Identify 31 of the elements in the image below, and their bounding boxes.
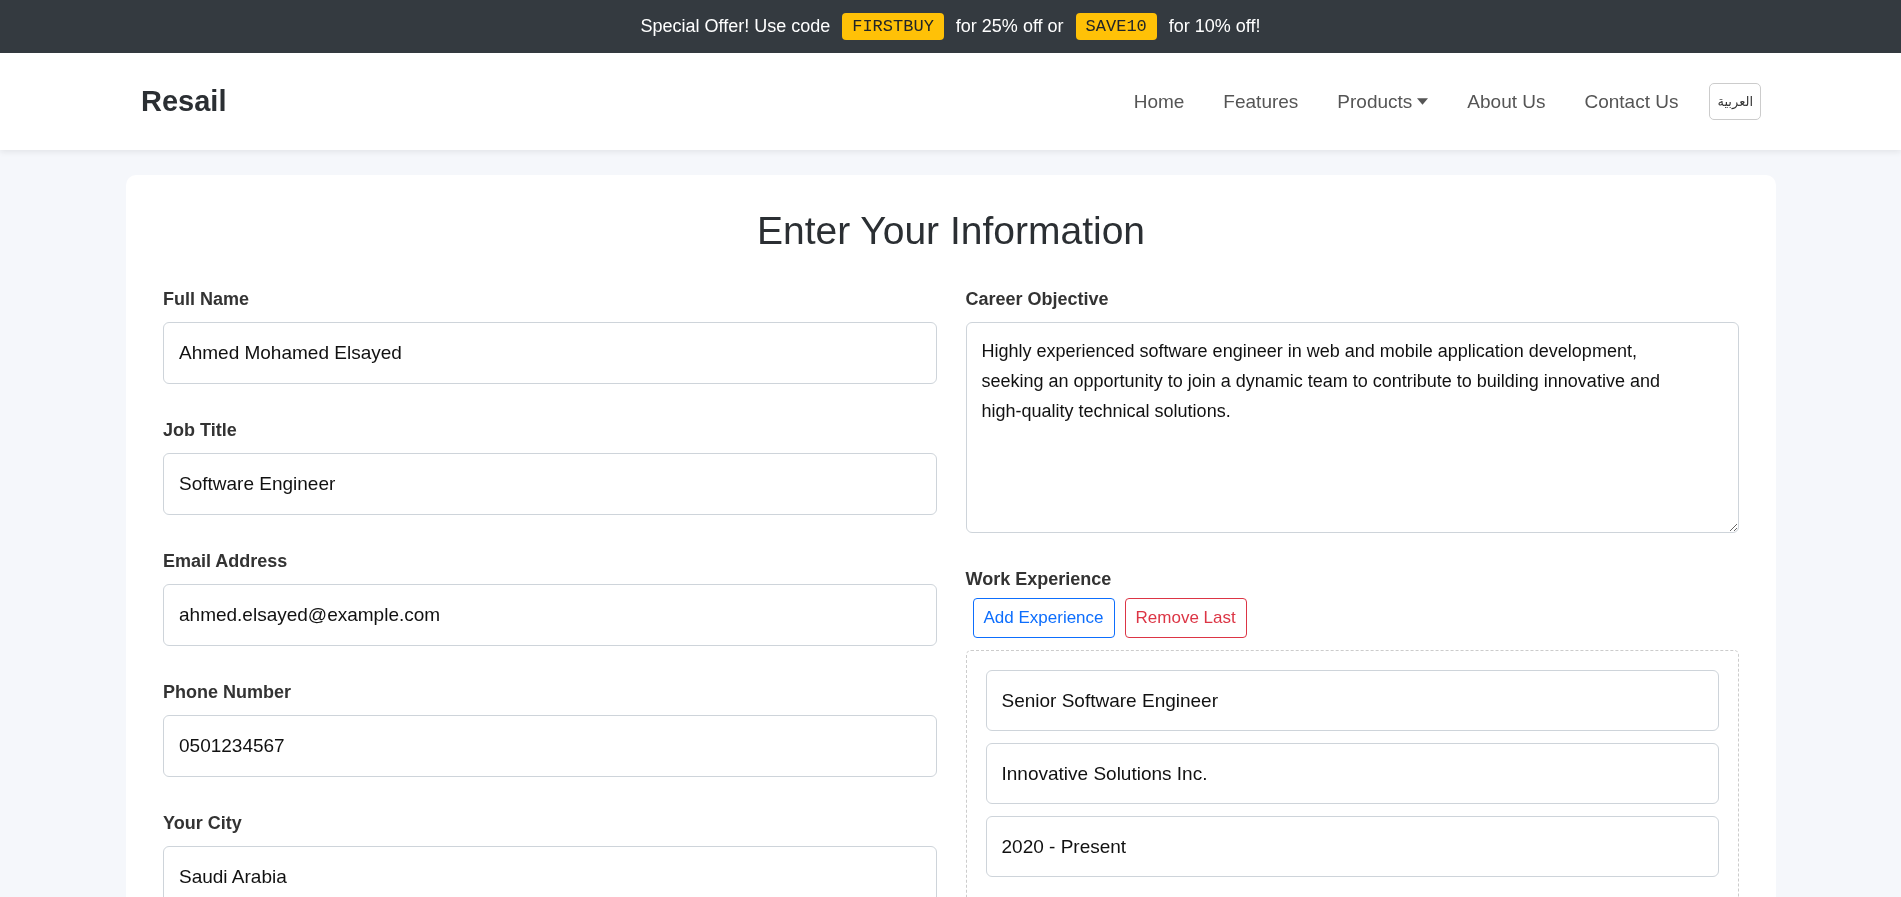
input-field[interactable]: 0501234567 [163, 715, 937, 777]
experience-button[interactable]: Remove Last [1124, 598, 1247, 638]
promo-code: SAVE10 [1075, 13, 1157, 40]
nav-link[interactable]: Home [1133, 90, 1185, 113]
input-field[interactable]: 2020 - Present [985, 816, 1719, 877]
textarea-field[interactable]: Highly experienced software engineer in web and mobile application development, seeking an opportunity to join a dynamic team to contribute to building innovative and high-quality technical solutions. [965, 322, 1739, 533]
input-field[interactable]: ahmed.elsayed@example.com [163, 584, 937, 646]
promo-text: Special Offer! Use code [640, 16, 831, 37]
promo-code: FIRSTBUY [842, 13, 944, 40]
input-field[interactable]: Innovative Solutions Inc. [985, 743, 1719, 804]
experience-button[interactable]: Add Experience [972, 598, 1115, 638]
section-label: Work Experience [965, 569, 1113, 590]
language-button[interactable]: العربية [1709, 83, 1761, 120]
nav-link[interactable]: About Us [1467, 90, 1546, 113]
form-title: Enter Your Information [755, 209, 1147, 253]
nav-link[interactable]: Products [1337, 90, 1429, 113]
nav-link[interactable]: Contact Us [1584, 90, 1679, 113]
field-label: Career Objective [965, 289, 1110, 310]
field-label: Email Address [163, 551, 289, 572]
field-label: Job Title [163, 420, 238, 441]
brand-logo[interactable]: Resail [141, 85, 227, 118]
field-label: Phone Number [163, 682, 292, 703]
input-field[interactable]: Software Engineer [163, 453, 937, 515]
input-field[interactable]: Senior Software Engineer [985, 670, 1719, 731]
field-label: Full Name [163, 289, 251, 310]
input-field[interactable]: Ahmed Mohamed Elsayed [163, 322, 937, 384]
promo-text: for 25% off or [955, 16, 1064, 37]
nav-link[interactable]: Features [1223, 90, 1299, 113]
input-field[interactable]: Saudi Arabia [163, 846, 937, 897]
field-label: Your City [163, 813, 243, 834]
promo-text: for 10% off! [1168, 16, 1261, 37]
